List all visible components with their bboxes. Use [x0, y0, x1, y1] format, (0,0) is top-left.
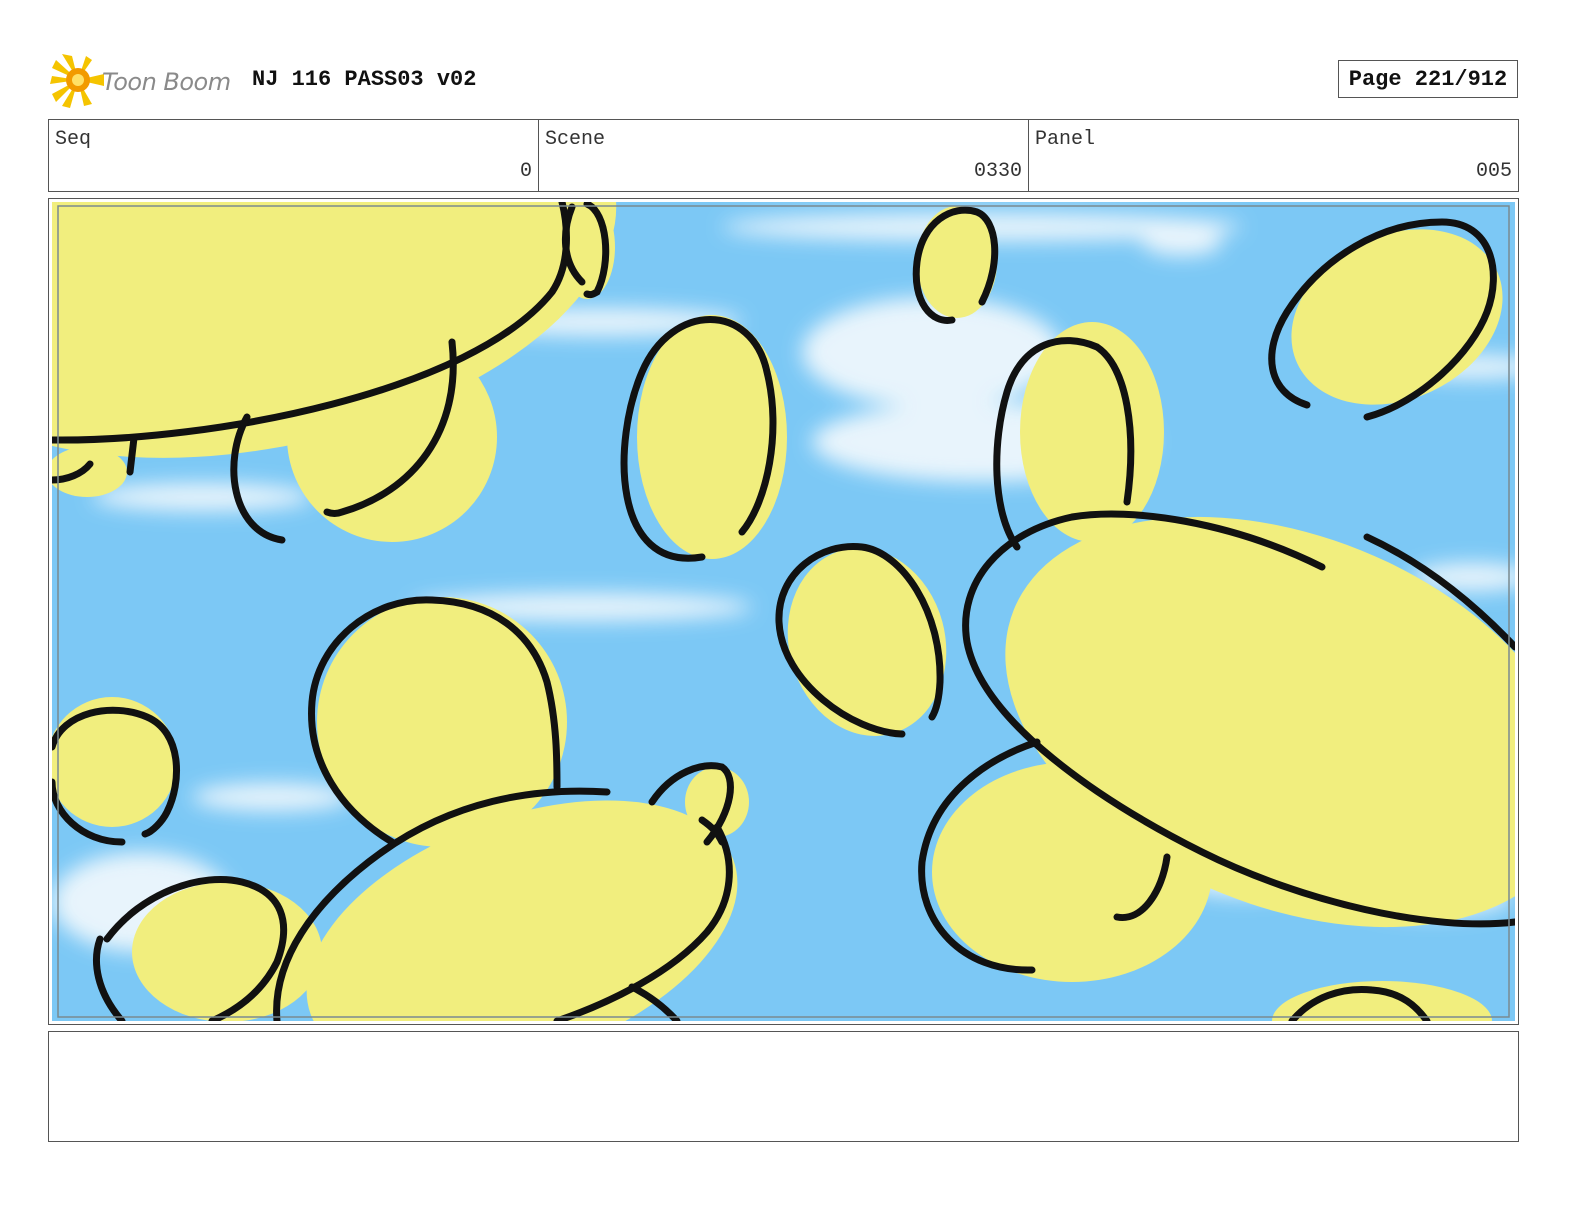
- logo-wordmark: Toon Boom: [102, 68, 231, 96]
- page-number-badge: Page 221/912: [1338, 60, 1518, 98]
- starburst-icon: [50, 54, 104, 108]
- toon-boom-logo: Toon Boom: [48, 50, 238, 110]
- panel-cell: Panel 005: [1029, 120, 1518, 191]
- scene-cell: Scene 0330: [539, 120, 1029, 191]
- storyboard-panel: [48, 198, 1519, 1025]
- document-title: NJ 116 PASS03 v02: [252, 67, 477, 92]
- scene-value: 0330: [973, 160, 1022, 183]
- panel-label: Panel: [1035, 128, 1096, 151]
- panel-value: 005: [1475, 160, 1512, 183]
- page-header: Toon Boom NJ 116 PASS03 v02 Page 221/912: [48, 48, 1520, 108]
- panel-notes-box[interactable]: [48, 1031, 1519, 1142]
- seq-cell: Seq 0: [49, 120, 539, 191]
- panel-info-row: Seq 0 Scene 0330 Panel 005: [48, 119, 1519, 192]
- panel-artwork: [52, 202, 1515, 1021]
- seq-value: 0: [519, 160, 532, 183]
- seq-label: Seq: [55, 128, 92, 151]
- scene-label: Scene: [545, 128, 606, 151]
